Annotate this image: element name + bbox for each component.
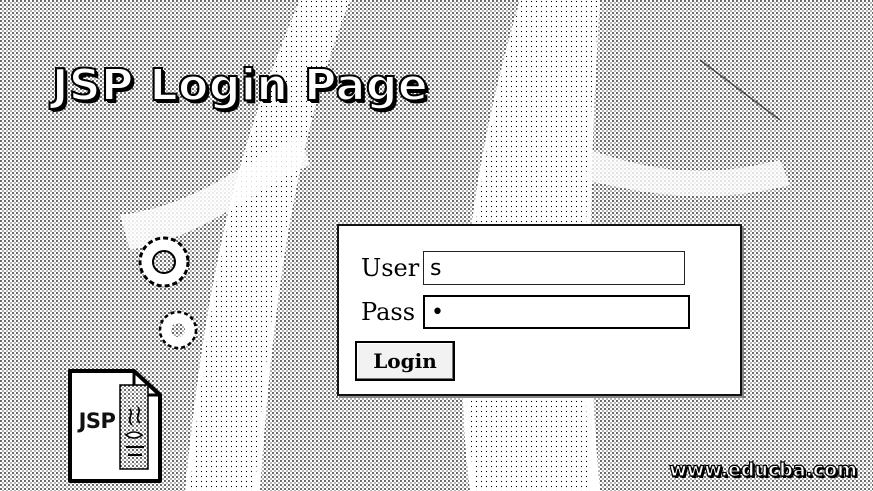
- login-form: User Pass Login: [337, 224, 742, 396]
- page-title: JSP Login Page: [51, 59, 429, 112]
- jsp-logo: JSP: [64, 365, 168, 487]
- user-label: User: [361, 254, 420, 282]
- pass-row: Pass: [361, 294, 690, 330]
- pass-label: Pass: [361, 298, 416, 326]
- password-input[interactable]: [423, 295, 690, 329]
- login-button[interactable]: Login: [355, 341, 455, 381]
- site-credit: www.educba.com: [669, 458, 858, 481]
- user-input[interactable]: [423, 251, 685, 285]
- jsp-logo-text: JSP: [78, 409, 116, 433]
- user-row: User: [361, 250, 685, 286]
